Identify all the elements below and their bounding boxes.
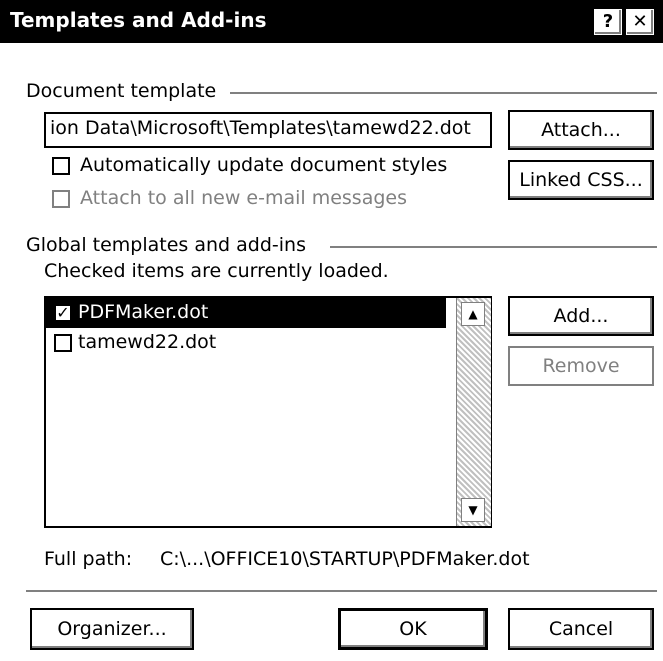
scroll-up-icon[interactable]: ▲ [461, 302, 485, 326]
list-item[interactable]: tamewd22.dot [46, 328, 446, 358]
window-title: Templates and Add-ins [10, 8, 267, 32]
auto-update-checkbox[interactable] [52, 157, 70, 175]
list-item-label: PDFMaker.dot [78, 301, 209, 323]
loaded-hint: Checked items are currently loaded. [44, 260, 389, 282]
ok-button[interactable]: OK [338, 608, 488, 650]
add-button[interactable]: Add... [508, 296, 654, 336]
document-template-group-label: Document template [26, 80, 217, 102]
global-templates-divider [330, 246, 657, 248]
list-item-checkbox[interactable]: ✓ [54, 304, 72, 322]
remove-button[interactable]: Remove [508, 346, 654, 386]
attach-button[interactable]: Attach... [508, 110, 654, 150]
list-item-label: tamewd22.dot [78, 331, 217, 353]
organizer-button[interactable]: Organizer... [30, 608, 194, 650]
help-button[interactable]: ? [594, 9, 622, 35]
template-path-field[interactable]: ion Data\Microsoft\Templates\tamewd22.do… [44, 112, 492, 148]
list-scrollbar[interactable]: ▲ ▼ [456, 298, 491, 526]
global-templates-group-label: Global templates and add-ins [26, 234, 306, 256]
cancel-button[interactable]: Cancel [508, 608, 654, 650]
full-path-value: C:\...\OFFICE10\STARTUP\PDFMaker.dot [160, 548, 530, 570]
footer-divider [26, 590, 657, 592]
document-template-divider [230, 92, 657, 94]
linked-css-button[interactable]: Linked CSS... [508, 160, 654, 200]
list-item-checkbox[interactable] [54, 334, 72, 352]
scroll-down-icon[interactable]: ▼ [461, 498, 485, 522]
templates-listbox[interactable]: ✓ PDFMaker.dot tamewd22.dot ▲ ▼ [44, 296, 492, 528]
list-item[interactable]: ✓ PDFMaker.dot [46, 298, 446, 328]
full-path-label: Full path: [44, 548, 133, 570]
auto-update-label: Automatically update document styles [80, 154, 448, 176]
attach-email-checkbox[interactable] [52, 190, 70, 208]
close-button[interactable]: ✕ [626, 9, 654, 35]
attach-email-label: Attach to all new e-mail messages [80, 187, 407, 209]
